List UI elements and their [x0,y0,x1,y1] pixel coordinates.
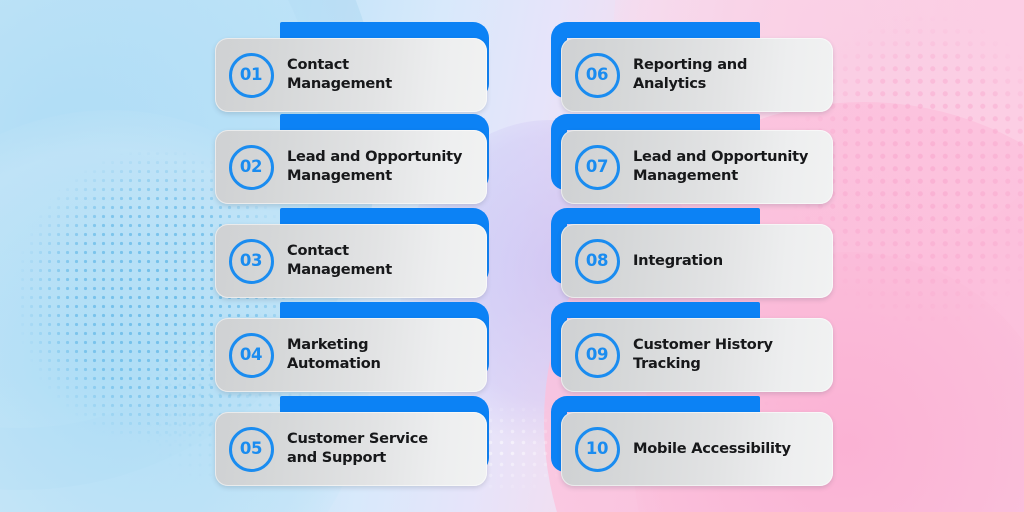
card-number-badge: 06 [561,52,633,98]
card-label: Marketing Automation [287,336,381,372]
circle-outline-icon: 06 [574,52,620,98]
card-body[interactable]: 09 Customer History Tracking [561,318,833,392]
circle-outline-icon: 03 [228,238,274,284]
card-body[interactable]: 04 Marketing Automation [215,318,487,392]
card-number-badge: 10 [561,426,633,472]
card-number-text: 09 [585,344,609,364]
card-number-text: 05 [239,438,263,458]
feature-card-02[interactable]: 02 Lead and Opportunity Management [207,114,489,204]
feature-card-07[interactable]: 07 Lead and Opportunity Management [551,114,833,204]
circle-outline-icon: 04 [228,332,274,378]
card-label: Contact Management [287,242,392,278]
circle-outline-icon: 09 [574,332,620,378]
card-body[interactable]: 05 Customer Service and Support [215,412,487,486]
feature-card-06[interactable]: 06 Reporting and Analytics [551,22,833,112]
feature-card-03[interactable]: 03 Contact Management [207,208,489,298]
card-body[interactable]: 06 Reporting and Analytics [561,38,833,112]
feature-card-04[interactable]: 04 Marketing Automation [207,302,489,392]
feature-card-09[interactable]: 09 Customer History Tracking [551,302,833,392]
card-body[interactable]: 02 Lead and Opportunity Management [215,130,487,204]
circle-outline-icon: 02 [228,144,274,190]
card-number-text: 10 [585,438,609,458]
card-number-badge: 07 [561,144,633,190]
card-body[interactable]: 01 Contact Management [215,38,487,112]
card-number-badge: 01 [215,52,287,98]
card-number-badge: 09 [561,332,633,378]
card-body[interactable]: 07 Lead and Opportunity Management [561,130,833,204]
card-number-text: 06 [585,64,609,84]
card-label: Lead and Opportunity Management [287,148,463,184]
card-label: Lead and Opportunity Management [633,148,809,184]
card-label: Customer Service and Support [287,430,428,466]
card-number-badge: 02 [215,144,287,190]
feature-card-05[interactable]: 05 Customer Service and Support [207,396,489,486]
card-number-text: 07 [585,156,609,176]
feature-card-08[interactable]: 08 Integration [551,208,833,298]
card-label: Contact Management [287,56,392,92]
infographic-canvas: 01 Contact Management 02 Lead and Opportuni… [0,0,1024,512]
card-number-badge: 05 [215,426,287,472]
feature-card-10[interactable]: 10 Mobile Accessibility [551,396,833,486]
card-number-text: 01 [239,64,263,84]
card-label: Mobile Accessibility [633,439,791,457]
card-body[interactable]: 03 Contact Management [215,224,487,298]
card-number-badge: 03 [215,238,287,284]
circle-outline-icon: 01 [228,52,274,98]
card-number-text: 04 [239,344,263,364]
card-label: Integration [633,251,723,269]
circle-outline-icon: 05 [228,426,274,472]
card-label: Reporting and Analytics [633,56,748,92]
card-number-text: 03 [239,250,263,270]
card-number-text: 02 [239,156,263,176]
feature-card-grid: 01 Contact Management 02 Lead and Opportuni… [0,0,1024,512]
card-body[interactable]: 08 Integration [561,224,833,298]
card-number-text: 08 [585,250,609,270]
circle-outline-icon: 10 [574,426,620,472]
card-number-badge: 08 [561,238,633,284]
card-number-badge: 04 [215,332,287,378]
card-label: Customer History Tracking [633,336,773,372]
circle-outline-icon: 08 [574,238,620,284]
card-body[interactable]: 10 Mobile Accessibility [561,412,833,486]
circle-outline-icon: 07 [574,144,620,190]
feature-card-01[interactable]: 01 Contact Management [207,22,489,112]
